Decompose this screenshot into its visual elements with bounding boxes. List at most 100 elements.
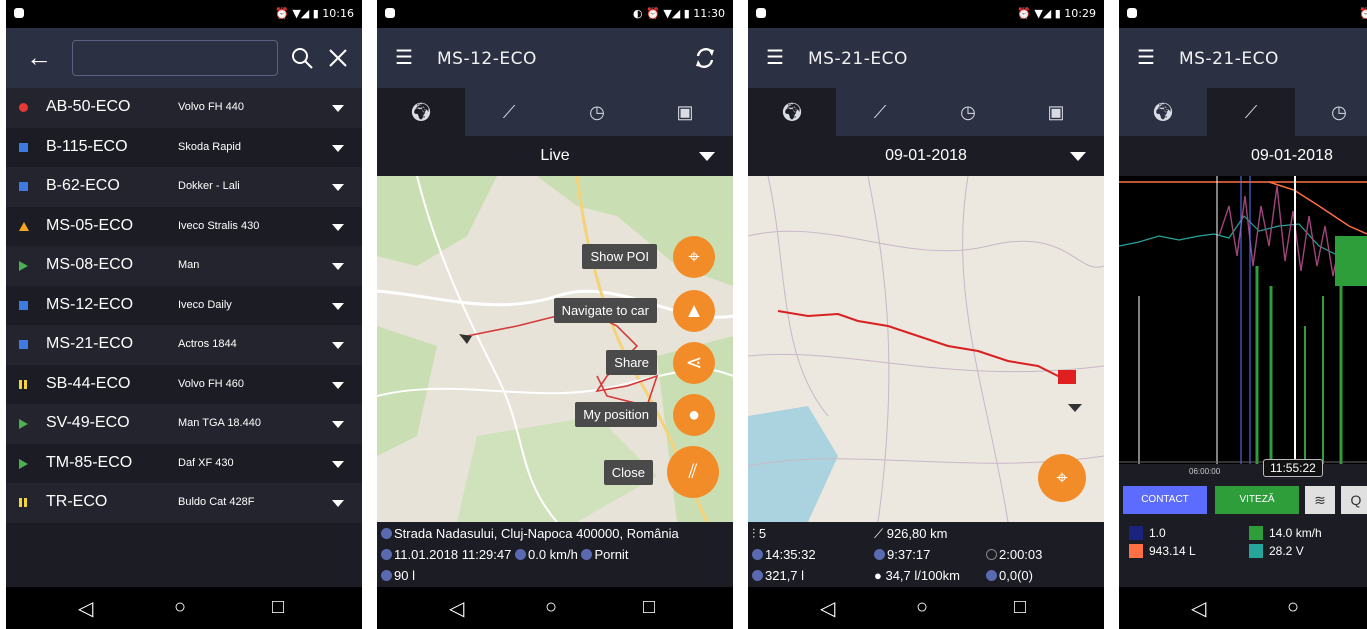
vehicle-model: Skoda Rapid	[178, 140, 241, 153]
vehicle-row[interactable]: B-62-ECO Dokker - Lali	[6, 167, 362, 207]
vehicle-model: Buldo Cat 428F	[178, 496, 255, 508]
chevron-down-icon[interactable]	[332, 460, 344, 468]
nav-recents-icon[interactable]: □	[643, 596, 655, 619]
search-icon[interactable]	[290, 46, 314, 70]
tab-report[interactable]: ▣	[641, 88, 729, 136]
vehicle-name: TM-85-ECO	[46, 453, 133, 471]
nav-home-icon[interactable]: ○	[916, 596, 928, 619]
fuel-used: 321,7 l	[765, 568, 805, 583]
vehicle-name: B-115-ECO	[46, 137, 128, 155]
tab-history[interactable]: ◷	[553, 88, 641, 136]
tab-chart[interactable]: ⟋	[836, 88, 924, 136]
chevron-down-icon[interactable]	[332, 144, 344, 152]
status-bar: ⏰ ▼◢ ▮ 10:16	[6, 0, 362, 28]
chevron-down-icon[interactable]	[332, 105, 344, 112]
chevron-down-icon[interactable]	[332, 223, 344, 231]
sensor-chart[interactable]	[1119, 176, 1367, 464]
vehicle-title: MS-21-ECO	[1179, 49, 1279, 69]
my-position-label: My position	[575, 402, 657, 427]
tab-chart[interactable]: ⟋	[1207, 88, 1295, 136]
vehicle-row[interactable]: MS-12-ECO Iveco Daily	[6, 285, 362, 325]
chevron-down-icon[interactable]	[332, 263, 344, 270]
legend-swatch	[1249, 544, 1263, 558]
search-input[interactable]	[72, 40, 278, 76]
vehicle-model: Volvo FH 460	[178, 377, 245, 390]
menu-icon[interactable]: ☰	[1137, 48, 1155, 68]
chevron-down-icon[interactable]	[332, 342, 344, 349]
search-bar: ←	[6, 28, 362, 88]
globe-icon: 🌍︎	[1151, 102, 1175, 122]
share-icon[interactable]: ⋖	[673, 342, 715, 384]
tab-bar: 🌍︎ ⟋ ◷ ▣	[377, 88, 733, 136]
menu-icon[interactable]: ☰	[766, 48, 784, 68]
tab-map[interactable]: 🌍︎	[748, 88, 836, 136]
phone-live-map: ◐ ⏰ ▼◢ ▮ 11:30 ☰ MS-12-ECO 🌍︎ ⟋ ◷ ▣ Live	[377, 0, 733, 629]
back-arrow-icon[interactable]: ←	[26, 42, 52, 73]
vehicle-row[interactable]: B-115-ECO Skoda Rapid	[6, 127, 362, 167]
status-bar: ◐ ⏰ ▼◢ ▮ 11:30	[377, 0, 733, 28]
tab-bar: 🌍︎ ⟋ ◷ ▣	[748, 88, 1104, 136]
chevron-down-icon[interactable]	[332, 421, 344, 428]
period-selector[interactable]: Live	[377, 136, 733, 176]
menu-icon[interactable]: ☰	[395, 48, 413, 68]
map-view[interactable]: ⌖	[748, 176, 1104, 522]
nav-back-icon[interactable]: ◁	[449, 596, 464, 621]
poi-pin-icon[interactable]: ⌖	[673, 236, 715, 278]
vehicle-model: Dokker - Lali	[178, 180, 240, 192]
clock-icon: ◷	[1331, 102, 1347, 122]
nav-home-icon[interactable]: ○	[1287, 596, 1299, 619]
nav-recents-icon[interactable]: □	[1014, 596, 1026, 619]
vehicle-row[interactable]: MS-08-ECO Man	[6, 246, 362, 286]
drive-time-icon	[874, 549, 885, 560]
close-icon[interactable]	[328, 48, 348, 68]
chart-settings-icon[interactable]: ≋	[1305, 486, 1335, 514]
refresh-icon[interactable]	[693, 46, 717, 70]
tab-history[interactable]: ◷	[924, 88, 1012, 136]
tab-report[interactable]: ▣	[1012, 88, 1100, 136]
contact-button[interactable]: CONTACT	[1123, 486, 1207, 514]
tab-map[interactable]: 🌍︎	[377, 88, 465, 136]
report-icon: ▣	[1047, 102, 1065, 122]
legend-value: 1.0	[1149, 526, 1166, 540]
date-selector[interactable]: 09-01-2018	[1119, 136, 1367, 176]
zoom-icon[interactable]: Q	[1341, 486, 1367, 514]
vehicle-row[interactable]: TR-ECO Buldo Cat 428F	[6, 483, 362, 523]
notification-icon	[756, 8, 766, 18]
location-fab[interactable]: ⌖	[1038, 454, 1086, 502]
chevron-down-icon[interactable]	[332, 184, 344, 191]
vehicle-row[interactable]: SB-44-ECO Volvo FH 460	[6, 364, 362, 404]
address-icon	[381, 528, 392, 539]
nav-home-icon[interactable]: ○	[174, 596, 186, 619]
nav-back-icon[interactable]: ◁	[820, 596, 835, 621]
chevron-down-icon[interactable]	[332, 302, 344, 310]
tab-map[interactable]: 🌍︎	[1119, 88, 1207, 136]
chevron-down-icon[interactable]	[332, 500, 344, 507]
nav-back-icon[interactable]: ◁	[78, 596, 93, 621]
vehicle-row[interactable]: SV-49-ECO Man TGA 18.440	[6, 404, 362, 444]
status-marker-icon	[19, 221, 29, 231]
close-stripes-icon[interactable]: ⫽	[667, 446, 719, 498]
vehicle-row[interactable]: AB-50-ECO Volvo FH 440	[6, 88, 362, 128]
vehicle-row[interactable]: MS-05-ECO Iveco Stralis 430	[6, 206, 362, 246]
chevron-down-icon[interactable]	[332, 381, 344, 389]
chart-icon: ⟋	[873, 102, 887, 122]
viteza-button[interactable]: VITEZĂ	[1215, 486, 1299, 514]
vehicle-row[interactable]: MS-21-ECO Actros 1844	[6, 325, 362, 365]
nav-recents-icon[interactable]: □	[272, 596, 284, 619]
nav-back-icon[interactable]: ◁	[1191, 596, 1206, 621]
location-pin-icon[interactable]: ●	[673, 394, 715, 436]
map-view[interactable]: Show POI ⌖ Navigate to car ▲ Share ⋖ My …	[377, 176, 733, 522]
tab-history[interactable]: ◷	[1295, 88, 1367, 136]
drive-time: 9:37:17	[887, 547, 931, 562]
distance-text: 926,80 km	[886, 526, 948, 541]
status-icons: ⏰ ▼◢ ▮	[275, 7, 323, 20]
tab-chart[interactable]: ⟋	[465, 88, 553, 136]
navigate-label: Navigate to car	[553, 298, 657, 323]
trip-summary-panel: ⫶ 5 ⟋ 926,80 km 14:35:32 9:37:17 2:00:03…	[748, 522, 1104, 587]
vehicle-row[interactable]: TM-85-ECO Daf XF 430	[6, 443, 362, 483]
legend-swatch	[1129, 544, 1143, 558]
nav-home-icon[interactable]: ○	[545, 596, 557, 619]
phone-history-map: ⏰ ▼◢ ▮ 10:29 ☰ MS-21-ECO 🌍︎ ⟋ ◷ ▣ 09-01-…	[748, 0, 1104, 629]
navigate-arrow-icon[interactable]: ▲	[673, 290, 715, 332]
date-selector[interactable]: 09-01-2018	[748, 136, 1104, 176]
